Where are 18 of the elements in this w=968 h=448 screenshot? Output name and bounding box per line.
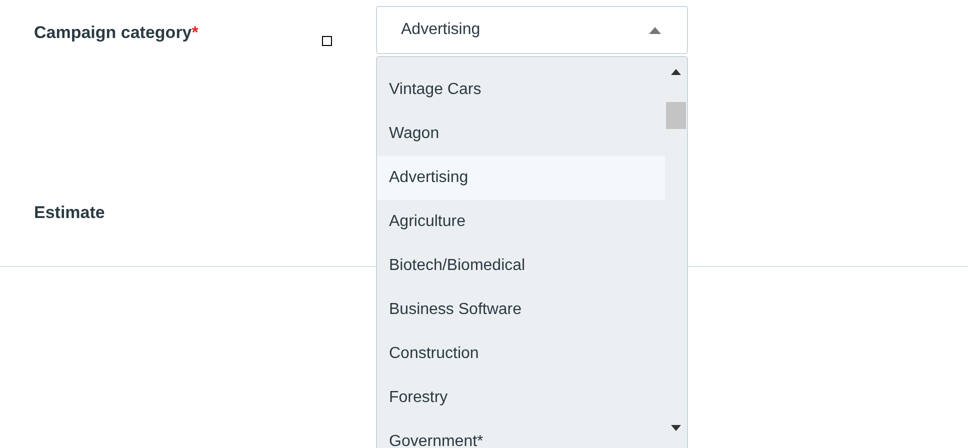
field-label: Estimate	[34, 203, 105, 222]
dropdown-option[interactable]: Business Software	[377, 288, 665, 332]
dropdown-option[interactable]: Forestry	[377, 376, 665, 420]
field-label: Campaign category	[34, 22, 192, 44]
dropdown-option[interactable]: Government*	[377, 420, 665, 448]
category-select[interactable]: Advertising	[376, 6, 688, 54]
dropdown-option[interactable]: Vintage Cars	[377, 68, 665, 112]
square-icon	[322, 36, 332, 46]
scroll-up-icon[interactable]	[671, 69, 681, 75]
dropdown-option[interactable]: Biotech/Biomedical	[377, 244, 665, 288]
required-mark: *	[192, 22, 198, 44]
dropdown-option[interactable]: Advertising	[377, 156, 665, 200]
scroll-thumb[interactable]	[666, 102, 686, 129]
caret-icon	[649, 26, 661, 34]
dropdown-option[interactable]: Construction	[377, 332, 665, 376]
scroll-down-icon[interactable]	[671, 425, 681, 431]
dropdown-option[interactable]: Agriculture	[377, 200, 665, 244]
dropdown-option[interactable]: Wagon	[377, 112, 665, 156]
